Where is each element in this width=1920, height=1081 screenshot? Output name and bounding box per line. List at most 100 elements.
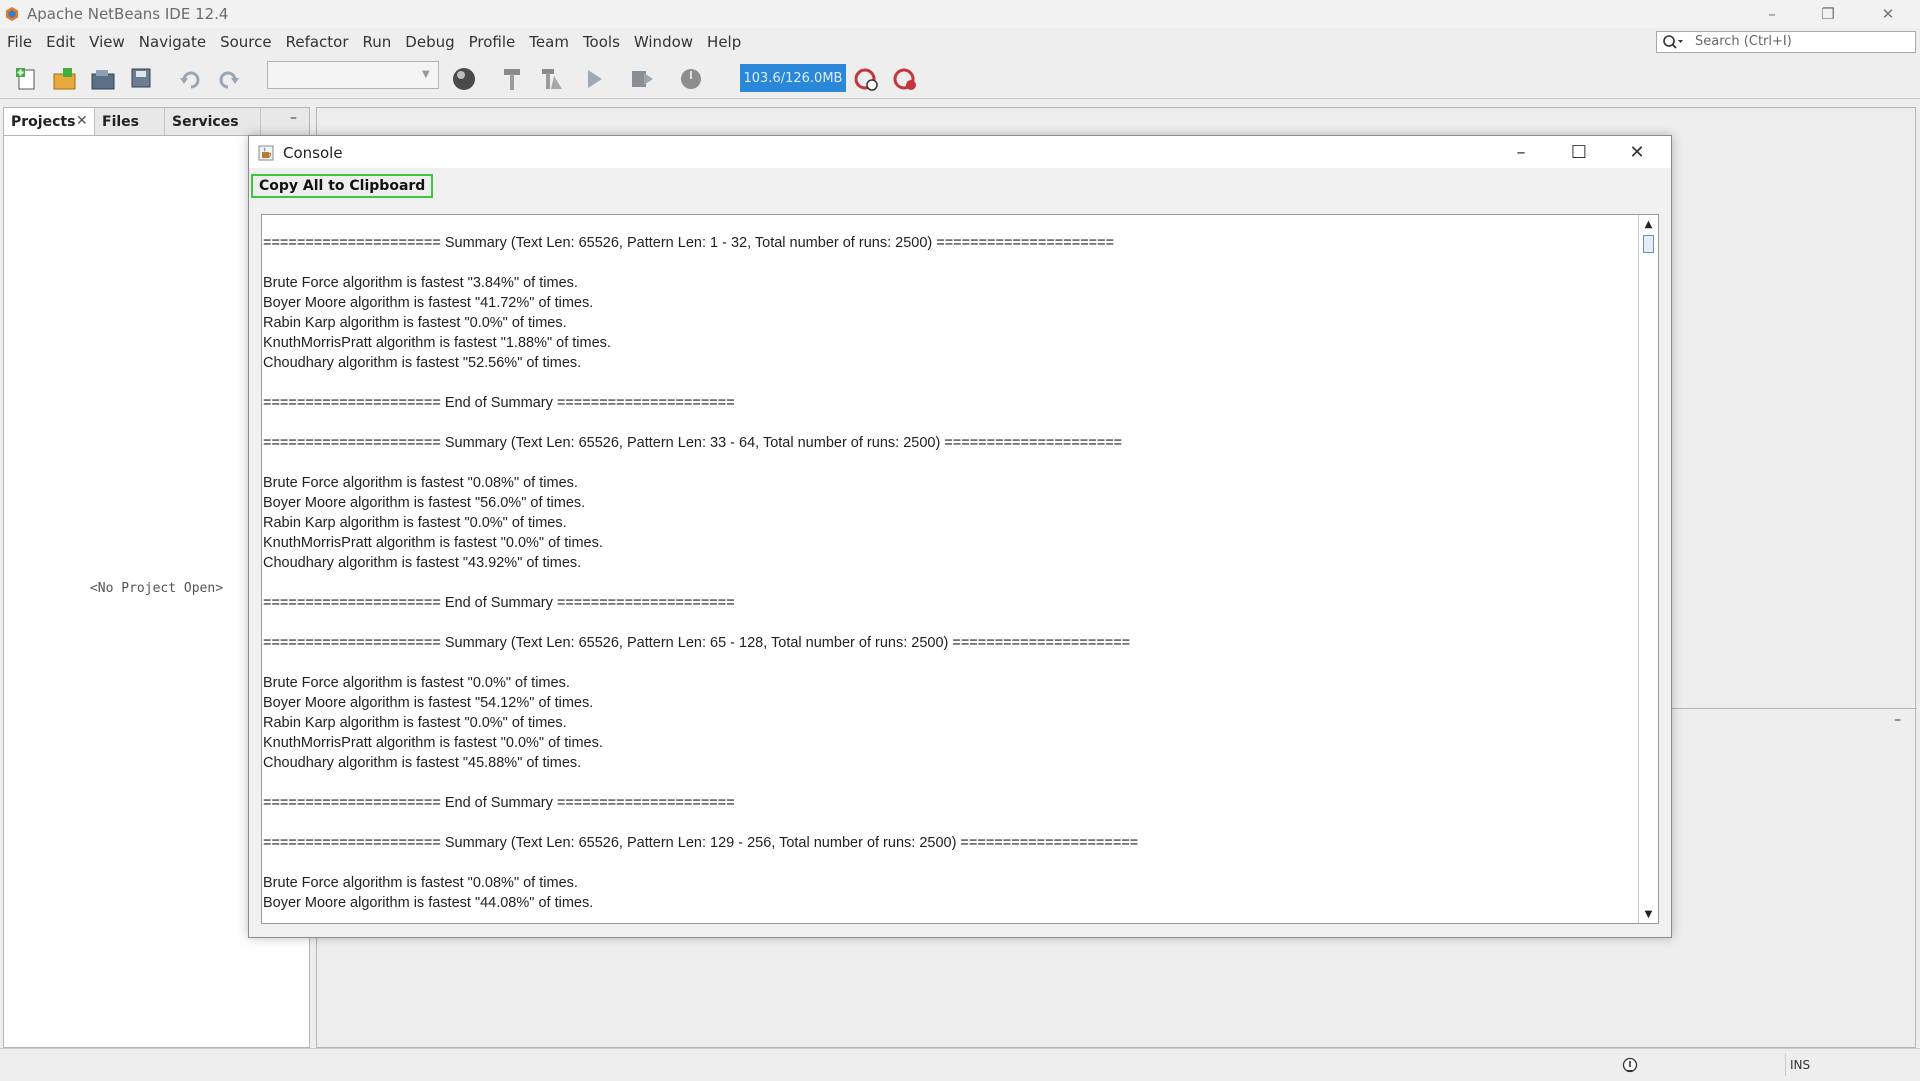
window-close-button[interactable]: ✕ xyxy=(1860,0,1916,28)
menu-edit[interactable]: Edit xyxy=(39,30,82,54)
console-line: Boyer Moore algorithm is fastest "41.72%… xyxy=(263,295,594,311)
menu-debug[interactable]: Debug xyxy=(398,30,461,54)
window-minimize-button[interactable]: – xyxy=(1744,0,1800,28)
clean-build-button[interactable] xyxy=(538,66,566,92)
output-minimize-button[interactable]: – xyxy=(1894,712,1901,728)
menu-source[interactable]: Source xyxy=(213,30,279,54)
profile-button[interactable] xyxy=(677,66,705,92)
run-icon xyxy=(588,70,602,88)
console-line: Rabin Karp algorithm is fastest "0.0%" o… xyxy=(263,315,567,331)
scroll-up-arrow-icon[interactable]: ▲ xyxy=(1639,217,1658,231)
profile-icon xyxy=(681,69,701,89)
console-line: ===================== Summary (Text Len:… xyxy=(263,235,1115,251)
profiler-icon xyxy=(893,68,916,90)
vertical-scrollbar[interactable]: ▲ ▼ xyxy=(1638,215,1658,923)
title-bar: Apache NetBeans IDE 12.4 – ❐ ✕ xyxy=(0,0,1920,28)
memory-usage-indicator[interactable]: 103.6/126.0MB xyxy=(740,64,846,92)
open-project-button[interactable] xyxy=(89,66,117,92)
menu-window[interactable]: Window xyxy=(627,30,700,54)
browser-globe-icon xyxy=(453,68,475,90)
configuration-combo[interactable]: ▼ xyxy=(267,61,439,89)
tab-files[interactable]: Files xyxy=(95,108,165,135)
undo-icon xyxy=(180,71,200,89)
console-line: Choudhary algorithm is fastest "45.88%" … xyxy=(263,755,582,771)
menu-file[interactable]: File xyxy=(0,30,39,54)
console-line: Rabin Karp algorithm is fastest "0.0%" o… xyxy=(263,515,567,531)
console-line: Brute Force algorithm is fastest "0.08%"… xyxy=(263,475,578,491)
new-project-icon xyxy=(53,68,76,90)
profiler-button[interactable] xyxy=(891,66,919,92)
console-close-button[interactable]: ✕ xyxy=(1608,136,1666,168)
undo-button[interactable] xyxy=(177,66,205,92)
console-line: Rabin Karp algorithm is fastest "0.0%" o… xyxy=(263,715,567,731)
menu-team[interactable]: Team xyxy=(522,30,576,54)
menu-profile[interactable]: Profile xyxy=(462,30,523,54)
console-minimize-button[interactable]: – xyxy=(1492,136,1550,168)
new-file-icon xyxy=(16,68,35,90)
search-icon xyxy=(1663,35,1683,49)
tab-projects[interactable]: Projects ✕ xyxy=(4,108,95,135)
toolbar-divider xyxy=(0,98,1920,99)
console-line: Brute Force algorithm is fastest "0.08%"… xyxy=(263,875,578,891)
console-line: Choudhary algorithm is fastest "52.56%" … xyxy=(263,355,582,371)
netbeans-logo-icon xyxy=(6,7,18,21)
tab-services-label: Services xyxy=(172,113,239,130)
console-line: Boyer Moore algorithm is fastest "56.0%"… xyxy=(263,495,586,511)
console-line: ===================== Summary (Text Len:… xyxy=(263,835,1139,851)
status-divider xyxy=(1785,1054,1786,1076)
run-button[interactable] xyxy=(580,66,608,92)
status-bar: INS xyxy=(0,1048,1920,1081)
console-maximize-button[interactable]: ☐ xyxy=(1550,136,1608,168)
console-line: KnuthMorrisPratt algorithm is fastest "0… xyxy=(263,535,603,551)
redo-button[interactable] xyxy=(214,66,242,92)
close-icon[interactable]: ✕ xyxy=(76,113,88,129)
tab-files-label: Files xyxy=(102,113,139,130)
console-line: Boyer Moore algorithm is fastest "54.12%… xyxy=(263,695,594,711)
window-title: Apache NetBeans IDE 12.4 xyxy=(27,5,229,23)
build-button[interactable] xyxy=(498,66,526,92)
menu-bar: File Edit View Navigate Source Refactor … xyxy=(0,30,748,54)
console-title-bar: Console – ☐ ✕ xyxy=(249,136,1671,168)
panel-minimize-button[interactable]: – xyxy=(290,110,297,126)
debug-icon xyxy=(632,71,653,87)
console-line: ===================== End of Summary ===… xyxy=(263,595,735,611)
menu-help[interactable]: Help xyxy=(700,30,748,54)
save-all-button[interactable] xyxy=(128,66,156,92)
search-placeholder: Search (Ctrl+I) xyxy=(1695,34,1792,49)
console-line: KnuthMorrisPratt algorithm is fastest "0… xyxy=(263,735,603,751)
gc-button[interactable] xyxy=(852,66,880,92)
menu-tools[interactable]: Tools xyxy=(576,30,627,54)
insert-mode-indicator: INS xyxy=(1790,1058,1811,1072)
tab-services[interactable]: Services xyxy=(165,108,261,135)
menu-refactor[interactable]: Refactor xyxy=(279,30,356,54)
console-line: ===================== End of Summary ===… xyxy=(263,395,735,411)
menu-view[interactable]: View xyxy=(82,30,132,54)
chevron-down-icon: ▼ xyxy=(422,69,430,80)
java-cup-icon xyxy=(258,145,274,161)
new-project-button[interactable] xyxy=(50,66,78,92)
console-line: Boyer Moore algorithm is fastest "44.08%… xyxy=(263,895,594,911)
console-dialog: Console – ☐ ✕ Copy All to Clipboard ====… xyxy=(248,135,1672,938)
console-line: ===================== Summary (Text Len:… xyxy=(263,635,1131,651)
scrollbar-thumb[interactable] xyxy=(1643,235,1654,253)
debug-button[interactable] xyxy=(628,66,656,92)
copy-all-to-clipboard-button[interactable]: Copy All to Clipboard xyxy=(251,174,434,198)
build-hammer-icon xyxy=(504,69,520,90)
open-project-icon xyxy=(91,70,115,90)
menu-navigate[interactable]: Navigate xyxy=(132,30,213,54)
notification-icon[interactable] xyxy=(1622,1057,1638,1073)
console-output-area[interactable]: ===================== Summary (Text Len:… xyxy=(261,214,1659,924)
scroll-down-arrow-icon[interactable]: ▼ xyxy=(1639,907,1658,921)
search-input[interactable]: Search (Ctrl+I) xyxy=(1656,31,1916,53)
new-file-button[interactable] xyxy=(13,66,41,92)
window-restore-button[interactable]: ❐ xyxy=(1800,0,1856,28)
menu-run[interactable]: Run xyxy=(356,30,399,54)
console-output-text: ===================== Summary (Text Len:… xyxy=(263,233,1633,913)
browser-button[interactable] xyxy=(450,66,478,92)
